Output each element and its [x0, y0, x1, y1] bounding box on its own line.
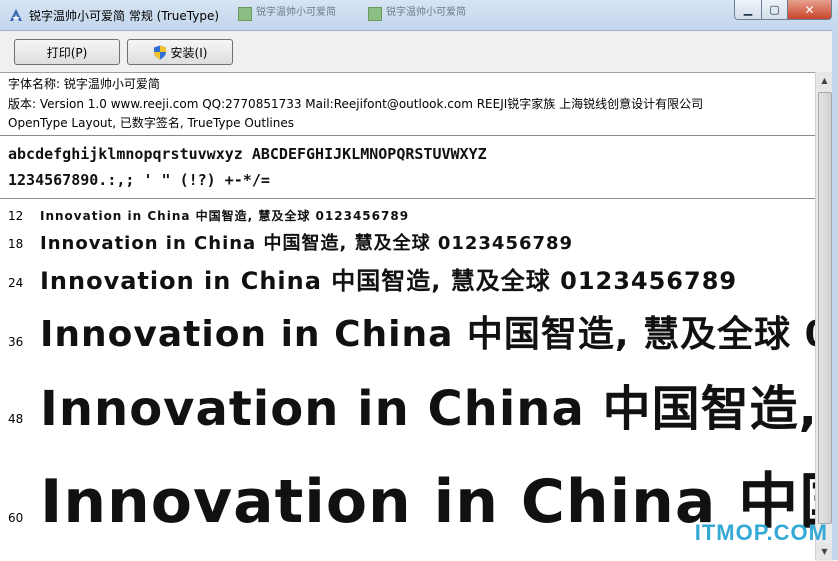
sample-row: 48 Innovation in China 中国智造, 慧及全球 012345… — [0, 369, 815, 437]
window-frame — [832, 30, 838, 560]
divider — [0, 135, 815, 136]
minimize-icon: ▁ — [743, 3, 753, 16]
watermark: ITMOP.COM — [694, 520, 828, 545]
sample-text: Innovation in China 中国智造, 慧及全球 012345678… — [40, 209, 410, 223]
font-viewer-icon — [10, 9, 22, 21]
install-button[interactable]: 安装(I) — [127, 39, 233, 65]
background-window-tab: 锐字温帅小可爱简 — [366, 4, 466, 22]
sample-text: Innovation in China 中国智造, 慧及全球 012345678… — [40, 267, 738, 295]
size-label: 36 — [8, 335, 24, 349]
close-icon: ✕ — [804, 2, 815, 17]
toolbar: 打印(P) 安装(I) — [0, 31, 838, 71]
print-button-label: 打印(P) — [46, 45, 88, 60]
install-button-label: 安装(I) — [170, 45, 208, 60]
app-icon — [368, 7, 382, 21]
print-button[interactable]: 打印(P) — [14, 39, 120, 65]
arrow-up-icon: ▲ — [821, 76, 828, 85]
charset-line-2: 1234567890.:,; ' " (!?) +-*/= — [8, 171, 270, 189]
maximize-button[interactable]: ▢ — [762, 0, 788, 20]
sample-text: Innovation in China 中国智造, 慧及全球 012345678… — [40, 381, 815, 437]
arrow-down-icon: ▼ — [821, 547, 828, 556]
vertical-scrollbar[interactable]: ▲ ▼ — [815, 72, 833, 560]
size-label: 12 — [8, 209, 24, 223]
sample-text: Innovation in China 中国智造, 慧及全球 012345678… — [40, 233, 574, 254]
sample-row: 12 Innovation in China 中国智造, 慧及全球 012345… — [0, 207, 815, 227]
maximize-icon: ▢ — [769, 3, 780, 16]
scroll-up-button[interactable]: ▲ — [816, 72, 833, 89]
charset-line-1: abcdefghijklmnopqrstuvwxyz ABCDEFGHIJKLM… — [8, 145, 487, 163]
sample-row: 24 Innovation in China 中国智造, 慧及全球 012345… — [0, 261, 815, 297]
sample-row: 36 Innovation in China 中国智造, 慧及全球 012345… — [0, 305, 815, 357]
background-window-label: 锐字温帅小可爱简 — [256, 7, 336, 18]
font-preview-pane[interactable]: 字体名称: 锐字温帅小可爱简 版本: Version 1.0 www.reeji… — [0, 72, 815, 561]
window-title: 锐字温帅小可爱简 常规 (TrueType) — [29, 9, 220, 23]
font-features: OpenType Layout, 已数字签名, TrueType Outline… — [8, 116, 295, 130]
scroll-thumb[interactable] — [818, 92, 832, 524]
background-window-label: 锐字温帅小可爱简 — [386, 7, 466, 18]
font-info: 字体名称: 锐字温帅小可爱简 版本: Version 1.0 www.reeji… — [8, 75, 703, 134]
font-name: 字体名称: 锐字温帅小可爱简 — [8, 77, 160, 91]
size-label: 24 — [8, 276, 24, 290]
size-label: 48 — [8, 412, 24, 426]
title-bar[interactable]: 锐字温帅小可爱简 常规 (TrueType) 锐字温帅小可爱简 锐字温帅小可爱简… — [0, 0, 838, 31]
uac-shield-icon — [153, 45, 166, 59]
background-window-tab: 锐字温帅小可爱简 — [236, 4, 336, 22]
close-button[interactable]: ✕ — [788, 0, 832, 20]
sample-row: 18 Innovation in China 中国智造, 慧及全球 012345… — [0, 229, 815, 257]
app-icon — [238, 7, 252, 21]
minimize-button[interactable]: ▁ — [734, 0, 762, 20]
size-label: 60 — [8, 511, 24, 525]
size-label: 18 — [8, 237, 24, 251]
divider — [0, 198, 815, 199]
sample-text: Innovation in China 中国智造, 慧及全球 012345678… — [40, 314, 815, 355]
window-controls: ▁ ▢ ✕ — [734, 0, 832, 20]
font-version: 版本: Version 1.0 www.reeji.com QQ:2770851… — [8, 96, 704, 111]
sample-row: 60 Innovation in China 中国智造, 慧及全球 012345… — [0, 453, 815, 543]
